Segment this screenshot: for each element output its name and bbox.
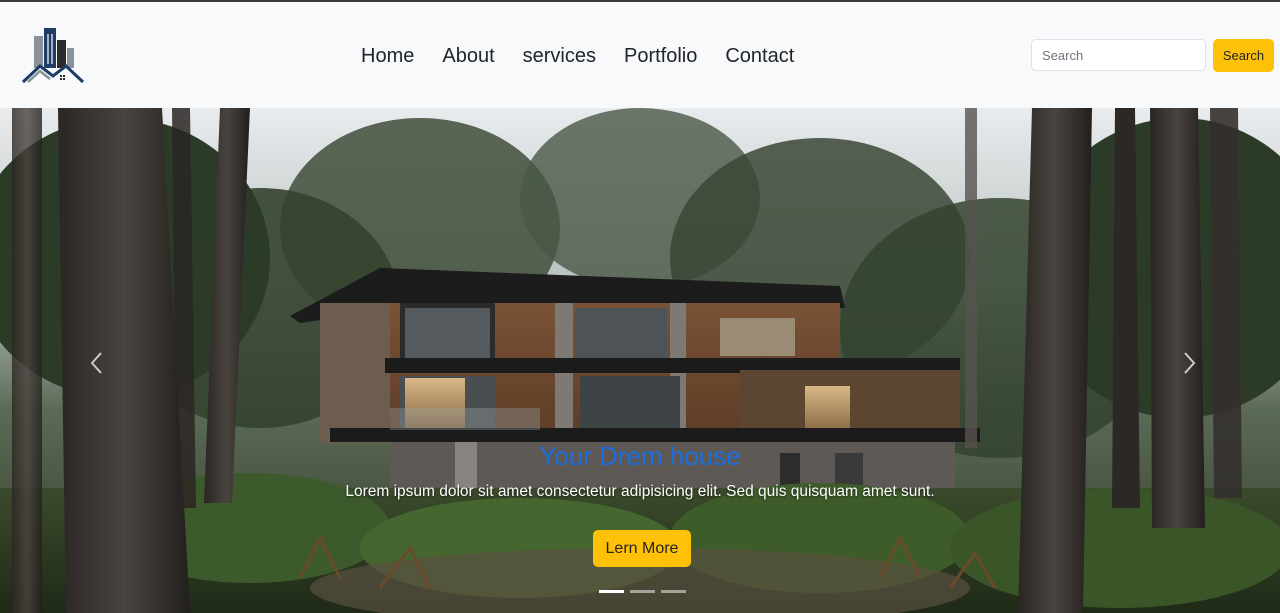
navbar: Home About services Portfolio Contact Se… (0, 2, 1280, 108)
nav-link-about[interactable]: About (428, 43, 508, 69)
nav-link-contact[interactable]: Contact (711, 43, 808, 69)
chevron-right-icon (1184, 352, 1196, 374)
nav-link-portfolio[interactable]: Portfolio (610, 43, 711, 69)
learn-more-button[interactable]: Lern More (593, 530, 691, 567)
carousel-indicator-2[interactable] (630, 590, 655, 593)
carousel-indicator-1[interactable] (599, 590, 624, 593)
nav-link-home[interactable]: Home (347, 43, 428, 69)
nav-links: Home About services Portfolio Contact (347, 43, 808, 69)
carousel-next-button[interactable] (1174, 348, 1204, 378)
carousel-prev-button[interactable] (82, 348, 112, 378)
carousel-indicators (599, 590, 686, 593)
search-button[interactable]: Search (1213, 39, 1274, 72)
hero-text: Lorem ipsum dolor sit amet consectetur a… (345, 483, 935, 500)
chevron-left-icon (90, 352, 102, 374)
hero-carousel: Your Drem house Lorem ipsum dolor sit am… (0, 108, 1280, 613)
building-logo-icon[interactable] (20, 26, 86, 86)
search-input[interactable] (1031, 39, 1206, 71)
nav-link-services[interactable]: services (509, 43, 610, 69)
carousel-indicator-3[interactable] (661, 590, 686, 593)
hero-title: Your Drem house (539, 441, 741, 471)
